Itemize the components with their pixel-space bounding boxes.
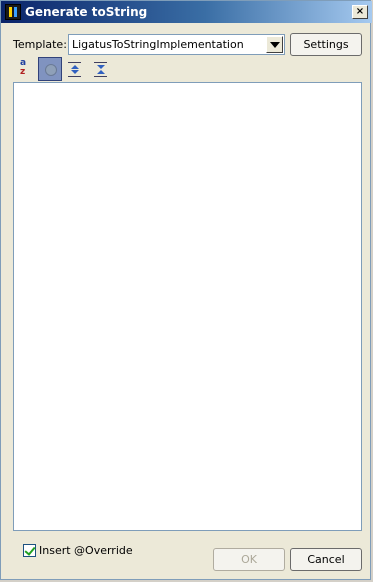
insert-override-label[interactable]: Insert @Override [39,544,133,557]
template-dropdown-value: LigatusToStringImplementation [72,38,244,51]
collapse-all-icon [94,62,107,63]
expand-all-button[interactable] [63,57,87,81]
show-inherited-button[interactable] [38,57,62,81]
close-button[interactable]: × [352,5,368,19]
chevron-down-icon[interactable] [266,36,283,53]
template-label-text: Template: [13,38,67,51]
generate-tostring-dialog: Generate toString × Template: LigatusToS… [0,0,372,580]
inherited-members-icon [45,64,57,76]
ok-button[interactable]: OK [213,548,285,571]
collapse-all-button[interactable] [89,57,113,81]
app-icon [5,4,21,20]
template-label: Template: [13,38,67,51]
cancel-button[interactable]: Cancel [290,548,362,571]
toolbar: a z [13,57,133,83]
template-dropdown[interactable]: LigatusToStringImplementation [68,34,285,55]
member-list[interactable] [13,82,362,531]
dialog-title: Generate toString [25,5,148,19]
sort-az-icon-bottom: z [20,67,26,77]
sort-alphabetically-button[interactable]: a z [13,57,37,81]
title-bar[interactable]: Generate toString × [1,1,372,23]
insert-override-checkbox[interactable] [23,544,36,557]
settings-button[interactable]: Settings [290,33,362,56]
expand-all-icon [68,62,81,63]
